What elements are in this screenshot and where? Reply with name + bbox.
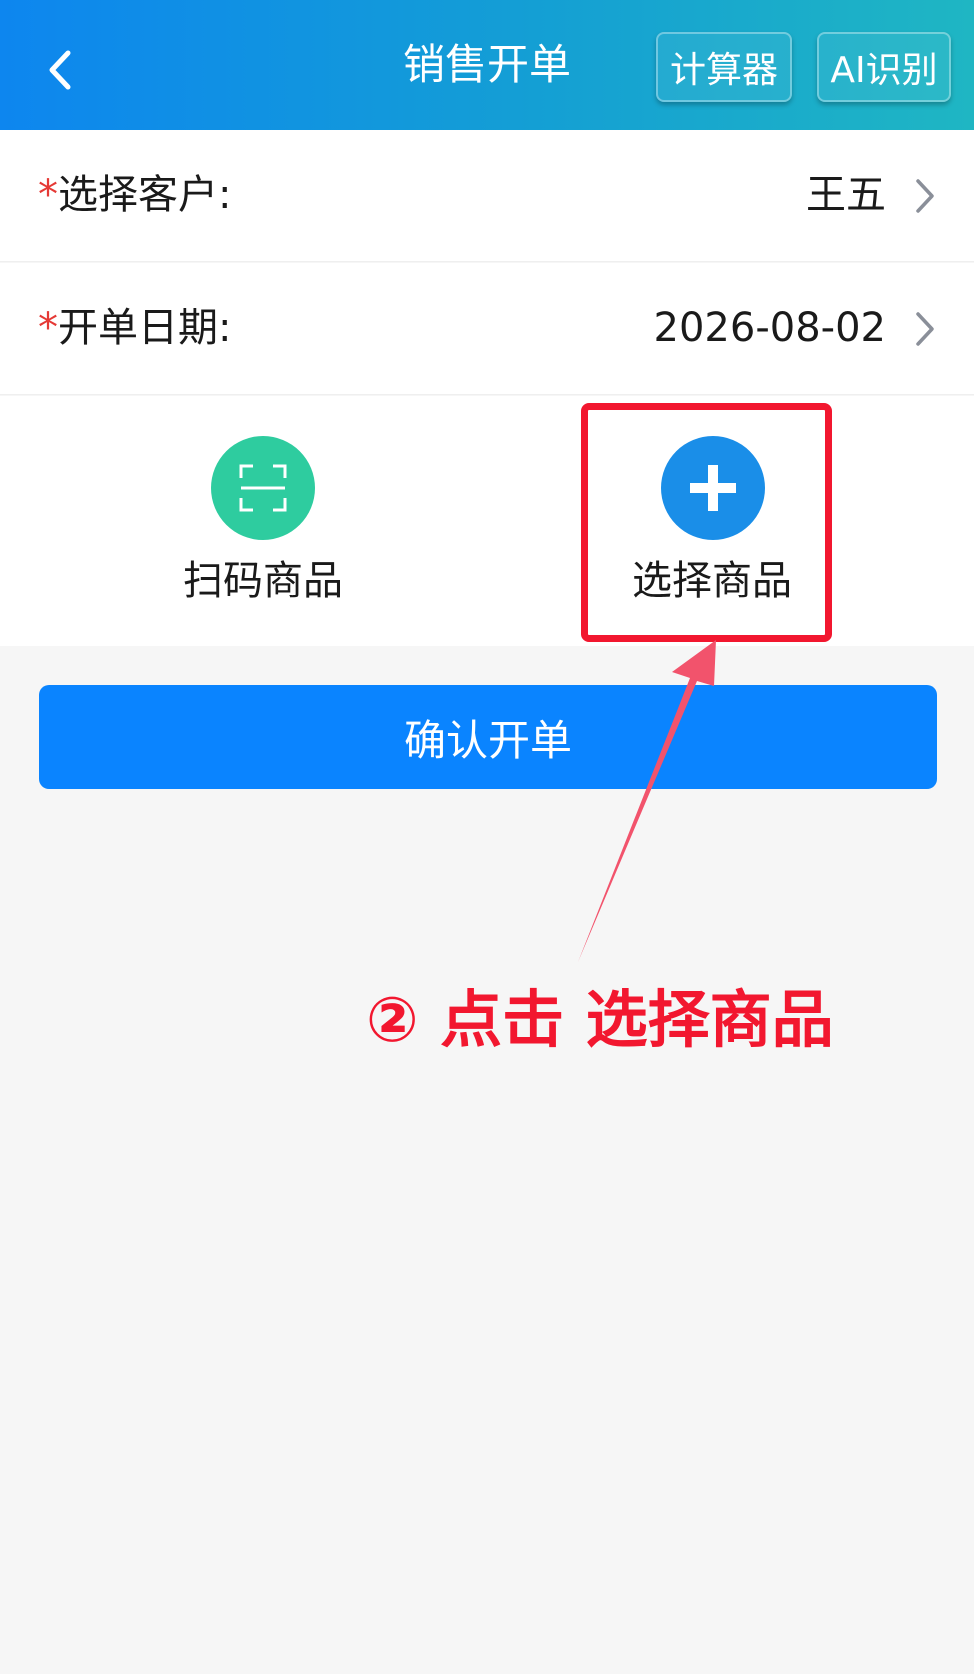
- back-button[interactable]: [30, 40, 90, 100]
- select-customer-row[interactable]: *选择客户: 王五: [0, 130, 974, 262]
- annotation-text: ② 点击 选择商品: [366, 983, 834, 1056]
- scan-product-label: 扫码商品: [183, 558, 343, 604]
- scan-product-button[interactable]: 扫码商品: [113, 396, 413, 646]
- header-bar: 销售开单 计算器 AI识别: [0, 0, 974, 130]
- sales-order-page: 销售开单 计算器 AI识别 *选择客户: 王五 *开单日期: 2026-08-0…: [0, 0, 974, 1674]
- order-date-row[interactable]: *开单日期: 2026-08-02: [0, 263, 974, 395]
- ai-recognize-button[interactable]: AI识别: [817, 32, 951, 102]
- annotation-highlight-box: [581, 403, 832, 642]
- calculator-button[interactable]: 计算器: [656, 32, 792, 102]
- date-label: *开单日期:: [38, 301, 231, 355]
- date-label-text: 开单日期:: [58, 305, 232, 351]
- scan-frame-icon: [211, 436, 315, 540]
- chevron-left-icon: [49, 50, 71, 90]
- confirm-order-button[interactable]: 确认开单: [39, 685, 937, 789]
- required-mark: *: [38, 305, 58, 351]
- chevron-right-icon: [910, 176, 940, 216]
- required-mark: *: [38, 172, 58, 218]
- chevron-right-icon: [910, 309, 940, 349]
- customer-label-text: 选择客户:: [58, 172, 232, 218]
- date-value: 2026-08-02: [653, 305, 886, 351]
- customer-value: 王五: [806, 172, 886, 218]
- customer-label: *选择客户:: [38, 168, 231, 222]
